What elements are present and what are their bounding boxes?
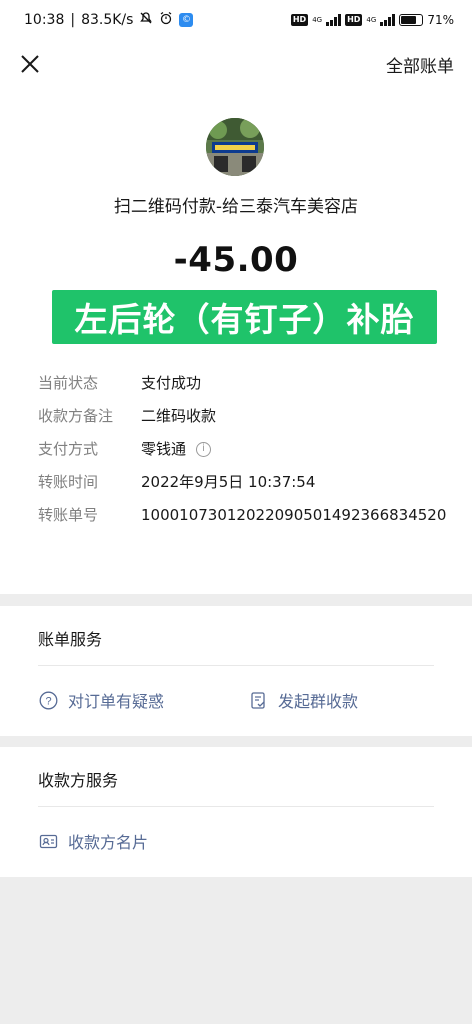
detail-row-time: 转账时间 2022年9月5日 10:37:54 bbox=[38, 471, 448, 493]
network-speed: 83.5K/s bbox=[81, 12, 134, 28]
group-collect-icon bbox=[248, 690, 268, 710]
signal-icon bbox=[380, 14, 396, 26]
detail-row-payment-method: 支付方式 零钱通 i bbox=[38, 438, 448, 460]
close-button[interactable] bbox=[18, 52, 42, 76]
divider bbox=[38, 806, 434, 807]
detail-row-status: 当前状态 支付成功 bbox=[38, 372, 448, 394]
section-title: 收款方服务 bbox=[38, 771, 119, 790]
navbar: 全部账单 bbox=[0, 40, 472, 88]
action-label: 对订单有疑惑 bbox=[68, 692, 165, 711]
info-icon[interactable]: i bbox=[196, 441, 212, 457]
detail-row-payee-note: 收款方备注 二维码收款 bbox=[38, 405, 448, 427]
app-notification-icon: © bbox=[179, 13, 194, 27]
group-collect-button[interactable]: 发起群收款 bbox=[248, 688, 358, 712]
detail-row-transfer-id: 转账单号 100010730120220905014923668345​20 bbox=[38, 504, 448, 526]
business-card-icon bbox=[38, 831, 58, 851]
detail-label: 转账单号 bbox=[38, 506, 99, 524]
detail-label: 支付方式 bbox=[38, 440, 99, 458]
payee-card-button[interactable]: 收款方名片 bbox=[38, 829, 148, 853]
detail-value: 2022年9月5日 10:37:54 bbox=[141, 473, 316, 491]
network-type: 4G bbox=[366, 16, 377, 24]
divider bbox=[38, 665, 434, 666]
detail-value: 支付成功 bbox=[141, 374, 202, 392]
transaction-card: 扫二维码付款-给三泰汽车美容店 -45.00 左后轮（有钉子）补胎 当前状态 支… bbox=[0, 88, 472, 594]
detail-value: 100010730120220905014923668345​20 bbox=[141, 506, 447, 524]
network-type: 4G bbox=[312, 16, 323, 24]
payee-services-section: 收款方服务 收款方名片 bbox=[0, 747, 472, 877]
status-bar: 10:38 | 83.5K/s © HD 4G HD 4G 71% bbox=[0, 0, 472, 40]
bill-services-section: 账单服务 ? 对订单有疑惑 发起群收款 bbox=[0, 606, 472, 736]
merchant-avatar[interactable] bbox=[206, 118, 264, 176]
action-label: 发起群收款 bbox=[278, 692, 359, 711]
detail-value: 二维码收款 bbox=[141, 407, 217, 425]
mute-icon bbox=[139, 11, 153, 29]
note-caption: 左后轮（有钉子）补胎 bbox=[52, 290, 437, 344]
clock: 10:38 bbox=[24, 12, 65, 28]
battery-icon bbox=[399, 14, 424, 26]
battery-level: 71% bbox=[427, 13, 454, 27]
amount: -45.00 bbox=[173, 240, 299, 280]
alarm-icon bbox=[159, 11, 173, 29]
detail-label: 当前状态 bbox=[38, 374, 99, 392]
detail-label: 收款方备注 bbox=[38, 407, 114, 425]
close-icon bbox=[21, 55, 39, 73]
hd-badge: HD bbox=[290, 14, 309, 26]
action-label: 收款方名片 bbox=[68, 833, 149, 852]
signal-icon bbox=[326, 14, 342, 26]
svg-text:?: ? bbox=[45, 695, 51, 707]
detail-value: 零钱通 bbox=[141, 440, 187, 458]
section-title: 账单服务 bbox=[38, 630, 103, 649]
merchant-name: 扫二维码付款-给三泰汽车美容店 bbox=[113, 197, 359, 217]
detail-list: 当前状态 支付成功 收款方备注 二维码收款 支付方式 零钱通 i 转账时间 20… bbox=[38, 372, 448, 537]
all-bills-link[interactable]: 全部账单 bbox=[386, 52, 454, 77]
question-circle-icon: ? bbox=[38, 690, 58, 710]
hd-badge: HD bbox=[345, 14, 363, 26]
order-question-button[interactable]: ? 对订单有疑惑 bbox=[38, 688, 164, 712]
page: 10:38 | 83.5K/s © HD 4G HD 4G 71% 全部账单 扫… bbox=[0, 0, 472, 1024]
detail-label: 转账时间 bbox=[38, 473, 99, 491]
